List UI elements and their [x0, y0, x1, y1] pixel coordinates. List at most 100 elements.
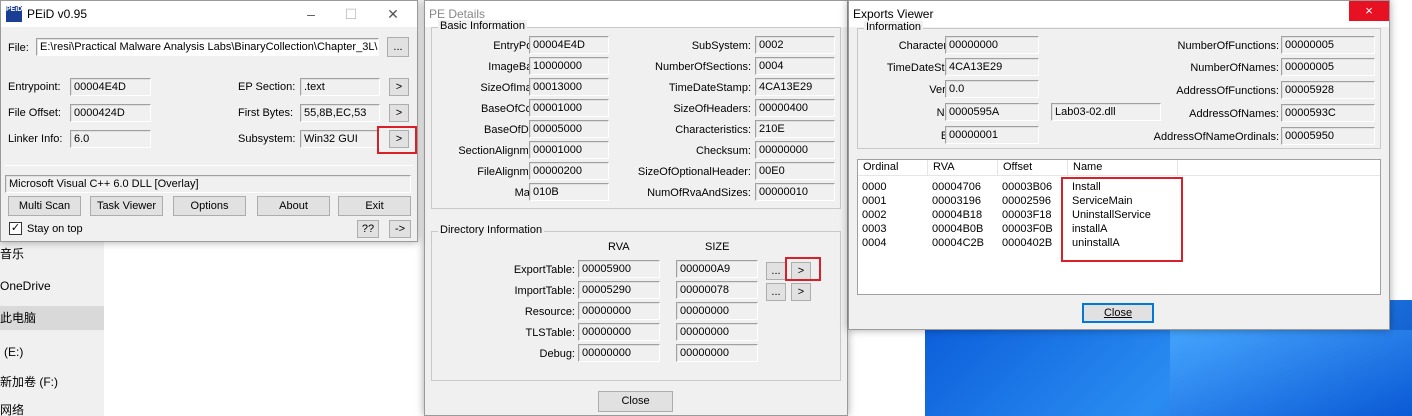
column-offset[interactable]: Offset — [998, 160, 1068, 176]
address-of-names-field[interactable]: 0000593C — [1281, 104, 1375, 122]
nav-item-onedrive[interactable]: OneDrive — [0, 274, 104, 298]
basic-info-value[interactable]: 4CA13E29 — [755, 78, 835, 96]
table-cell: 00004C2B — [932, 237, 984, 249]
nav-item-drive-f[interactable]: 新加卷 (F:) — [0, 370, 104, 394]
first-bytes-field[interactable]: 55,8B,EC,53 — [300, 104, 380, 122]
address-of-functions-field[interactable]: 00005928 — [1281, 81, 1375, 99]
nav-item-network[interactable]: 网络 — [0, 398, 104, 416]
export-names-highlight — [1061, 177, 1183, 262]
first-bytes-label: First Bytes: — [238, 107, 294, 119]
basic-info-value[interactable]: 00013000 — [529, 78, 609, 96]
subsystem-field[interactable]: Win32 GUI — [300, 130, 380, 148]
basic-info-value[interactable]: 00000400 — [755, 99, 835, 117]
basic-info-label: SubSystem: — [691, 40, 751, 52]
basic-info-value[interactable]: 0004 — [755, 57, 835, 75]
basic-info-value[interactable]: 00E0 — [755, 162, 835, 180]
directory-rva-field[interactable]: 00005290 — [578, 281, 660, 299]
table-cell: 00003196 — [932, 195, 981, 207]
directory-arrow-button[interactable]: > — [791, 283, 811, 301]
subsystem-label: Subsystem: — [238, 133, 296, 145]
directory-size-field[interactable]: 00000000 — [676, 344, 758, 362]
basic-info-value[interactable]: 00004E4D — [529, 36, 609, 54]
table-cell: 0001 — [862, 195, 887, 207]
address-of-name-ordinals-field[interactable]: 00005950 — [1281, 127, 1375, 145]
file-offset-field[interactable]: 0000424D — [70, 104, 151, 122]
directory-size-field[interactable]: 00000078 — [676, 281, 758, 299]
table-cell: 0004 — [862, 237, 887, 249]
file-path-field[interactable]: E:\resi\Practical Malware Analysis Labs\… — [36, 38, 379, 56]
directory-dots-button[interactable]: ... — [766, 283, 786, 301]
number-of-names-field[interactable]: 00000005 — [1281, 58, 1375, 76]
help-button[interactable]: ?? — [357, 220, 379, 238]
nav-item-drive-e[interactable]: (E:) — [0, 340, 104, 364]
about-button[interactable]: About — [257, 196, 330, 216]
pe-details-dialog: PE Details Basic Information EntryPoint:… — [424, 0, 848, 416]
basic-info-value[interactable]: 00005000 — [529, 120, 609, 138]
table-cell: 0002 — [862, 209, 887, 221]
basic-info-value[interactable]: 0002 — [755, 36, 835, 54]
nav-item-this-pc[interactable]: 此电脑 — [0, 306, 104, 330]
version-field[interactable]: 0.0 — [945, 80, 1039, 98]
basic-info-value[interactable]: 00000010 — [755, 183, 835, 201]
first-bytes-arrow-button[interactable]: > — [389, 104, 409, 122]
directory-size-field[interactable]: 000000A9 — [676, 260, 758, 278]
basic-info-label: TimeDateStamp: — [668, 82, 751, 94]
exports-list-header: Ordinal RVA Offset Name — [858, 160, 1380, 176]
browse-button[interactable]: ... — [387, 37, 409, 57]
exit-button[interactable]: Exit — [338, 196, 411, 216]
base-field[interactable]: 00000001 — [945, 126, 1039, 144]
directory-dots-button[interactable]: ... — [766, 262, 786, 280]
basic-info-value[interactable]: 00000200 — [529, 162, 609, 180]
stay-on-top-label: Stay on top — [27, 223, 83, 235]
directory-size-field[interactable]: 00000000 — [676, 323, 758, 341]
entrypoint-field[interactable]: 00004E4D — [70, 78, 151, 96]
characteristic-field[interactable]: 00000000 — [945, 36, 1039, 54]
directory-rva-field[interactable]: 00005900 — [578, 260, 660, 278]
directory-rva-field[interactable]: 00000000 — [578, 344, 660, 362]
exports-titlebar[interactable]: Exports Viewer × — [849, 1, 1389, 27]
multi-scan-button[interactable]: Multi Scan — [8, 196, 81, 216]
basic-info-value[interactable]: 00001000 — [529, 99, 609, 117]
basic-info-value[interactable]: 10000000 — [529, 57, 609, 75]
exp-timedatestamp-field[interactable]: 4CA13E29 — [945, 58, 1039, 76]
basic-info-value[interactable]: 00001000 — [529, 141, 609, 159]
column-rva[interactable]: RVA — [928, 160, 998, 176]
column-ordinal[interactable]: Ordinal — [858, 160, 928, 176]
stay-on-top-checkbox[interactable]: ✓ — [9, 222, 22, 235]
directory-size-field[interactable]: 00000000 — [676, 302, 758, 320]
detection-result-field[interactable]: Microsoft Visual C++ 6.0 DLL [Overlay] — [5, 175, 411, 193]
address-of-name-ordinals-label: AddressOfNameOrdinals: — [1153, 131, 1279, 143]
name-rva-field[interactable]: 0000595A — [945, 103, 1039, 121]
basic-info-value[interactable]: 010B — [529, 183, 609, 201]
options-button[interactable]: Options — [173, 196, 246, 216]
maximize-icon[interactable]: ☐ — [331, 1, 371, 27]
peid-titlebar[interactable]: PEiD PEiD v0.95 – ☐ ✕ — [1, 1, 417, 27]
number-of-functions-field[interactable]: 00000005 — [1281, 36, 1375, 54]
column-name[interactable]: Name — [1068, 160, 1178, 176]
pe-details-close-button[interactable]: Close — [598, 391, 673, 412]
table-cell: 0003 — [862, 223, 887, 235]
ep-section-arrow-button[interactable]: > — [389, 78, 409, 96]
peid-title: PEiD v0.95 — [27, 7, 88, 21]
directory-rva-field[interactable]: 00000000 — [578, 302, 660, 320]
close-icon[interactable]: ✕ — [373, 1, 413, 27]
basic-info-label: Checksum: — [695, 145, 751, 157]
directory-label: ImportTable: — [514, 285, 575, 297]
dll-name-field[interactable]: Lab03-02.dll — [1051, 103, 1161, 121]
exports-close-icon[interactable]: × — [1349, 1, 1389, 21]
exports-close-button[interactable]: Close — [1082, 303, 1154, 323]
nav-item-music[interactable]: 音乐 — [0, 242, 104, 266]
basic-info-title: Basic Information — [438, 20, 527, 32]
basic-info-value[interactable]: 210E — [755, 120, 835, 138]
extra-info-button[interactable]: -> — [389, 220, 411, 238]
table-cell: 00003B06 — [1002, 181, 1053, 193]
task-viewer-button[interactable]: Task Viewer — [90, 196, 163, 216]
minimize-icon[interactable]: – — [291, 1, 331, 27]
ep-section-field[interactable]: .text — [300, 78, 380, 96]
directory-rva-field[interactable]: 00000000 — [578, 323, 660, 341]
pe-details-title: PE Details — [429, 7, 486, 21]
basic-info-value[interactable]: 00000000 — [755, 141, 835, 159]
linker-info-field[interactable]: 6.0 — [70, 130, 151, 148]
table-cell: 00004706 — [932, 181, 981, 193]
size-header: SIZE — [705, 241, 730, 253]
